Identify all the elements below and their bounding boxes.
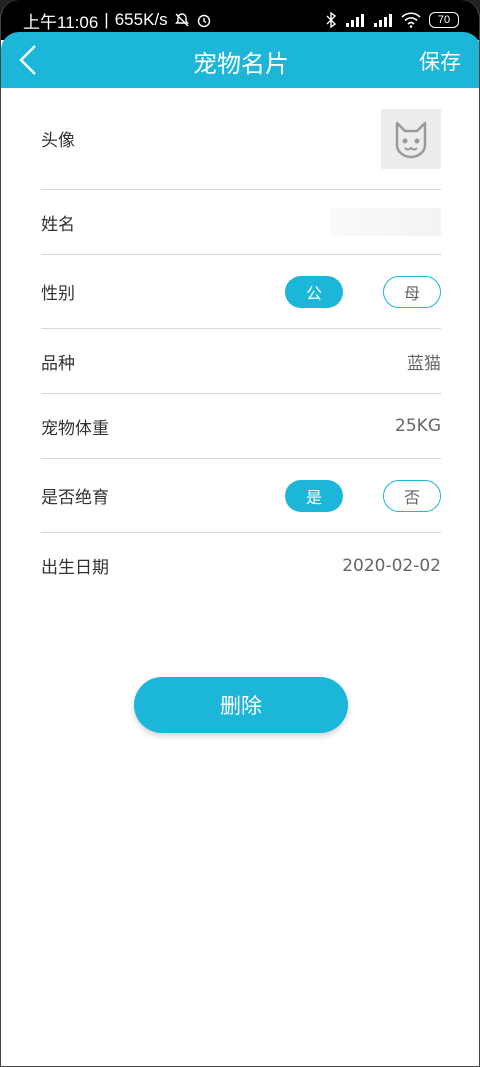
pet-card-screen: 上午11:06 | 655K/s 70 宠物名片 保存 头像 姓名 性别 公 母…	[0, 0, 480, 1067]
form: 头像 姓名 性别 公 母 品种 蓝猫 宠物体重 25KG 是否绝育 是 否 出生…	[41, 88, 441, 598]
row-gender: 性别 公 母	[41, 255, 441, 329]
delete-button[interactable]: 删除	[134, 677, 348, 733]
row-neutered: 是否绝育 是 否	[41, 459, 441, 533]
bell-off-icon	[174, 13, 189, 27]
weight-label: 宠物体重	[41, 418, 109, 439]
name-label: 姓名	[41, 214, 75, 235]
name-input[interactable]	[331, 208, 441, 236]
neutered-label: 是否绝育	[41, 488, 109, 508]
row-name[interactable]: 姓名	[41, 190, 441, 255]
status-left: 上午11:06 | 655K/s	[23, 8, 212, 33]
breed-value: 蓝猫	[407, 353, 441, 374]
gender-male-option[interactable]: 公	[285, 275, 343, 308]
cat-face-icon	[395, 121, 427, 158]
neutered-toggle: 是 否	[285, 479, 441, 512]
gender-toggle: 公 母	[285, 275, 441, 308]
row-breed[interactable]: 品种 蓝猫	[41, 329, 441, 394]
app-header: 宠物名片 保存	[1, 32, 479, 88]
save-button[interactable]: 保存	[419, 46, 461, 76]
birthday-value: 2020-02-02	[342, 555, 441, 576]
status-divider: |	[104, 10, 109, 29]
page-title: 宠物名片	[193, 50, 289, 78]
avatar[interactable]	[381, 108, 441, 169]
row-avatar[interactable]: 头像	[41, 88, 441, 190]
breed-label: 品种	[41, 353, 75, 374]
wifi-icon	[401, 12, 421, 28]
alarm-icon	[197, 14, 210, 28]
status-right: 70	[325, 12, 459, 28]
bluetooth-icon	[326, 12, 337, 28]
gender-label: 性别	[41, 284, 75, 304]
signal-icon-2	[374, 14, 392, 27]
birthday-label: 出生日期	[41, 558, 109, 578]
neutered-yes-option[interactable]: 是	[285, 479, 343, 512]
gender-female-option[interactable]: 母	[383, 275, 441, 308]
row-weight[interactable]: 宠物体重 25KG	[41, 394, 441, 459]
battery-icon: 70	[429, 12, 459, 28]
neutered-no-option[interactable]: 否	[383, 479, 441, 512]
signal-icon	[346, 14, 364, 27]
weight-value: 25KG	[395, 416, 441, 436]
row-birthday[interactable]: 出生日期 2020-02-02	[41, 533, 441, 598]
status-net-speed: 655K/s	[114, 10, 168, 29]
status-time: 上午11:06	[23, 12, 99, 32]
avatar-label: 头像	[41, 131, 75, 151]
